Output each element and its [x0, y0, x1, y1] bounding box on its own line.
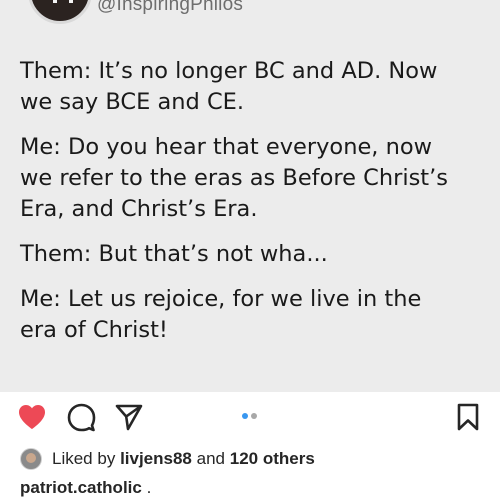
liker-avatar-face	[26, 453, 36, 463]
carousel-dot-active	[242, 413, 248, 419]
share-button[interactable]	[113, 401, 145, 433]
liker-avatar	[20, 448, 42, 470]
post-action-bar	[0, 392, 500, 440]
post-caption: patriot.catholic .	[20, 478, 151, 498]
tweet-paragraph: Me: Let us rejoice, for we live in the e…	[20, 286, 422, 343]
likes-prefix: Liked by	[52, 449, 116, 468]
tweet-author-avatar	[28, 0, 92, 24]
likes-others-count[interactable]: 120 others	[230, 449, 315, 468]
heart-filled-icon	[19, 405, 45, 429]
caption-username[interactable]: patriot.catholic	[20, 478, 142, 497]
send-icon	[115, 404, 143, 431]
instagram-post: @InspiringPhilos Them: It’s no longer BC…	[0, 0, 500, 500]
tweet-paragraph: Them: It’s no longer BC and AD. Now we s…	[20, 58, 438, 115]
avatar-logo-icon	[53, 0, 73, 3]
tweet-paragraph: Them: But that’s not wha...	[20, 241, 328, 267]
likes-joiner: and	[196, 449, 225, 468]
carousel-dot	[251, 413, 257, 419]
likes-row[interactable]: Liked by livjens88 and 120 others	[20, 446, 315, 472]
comment-button[interactable]	[65, 401, 97, 433]
tweet-author-handle: @InspiringPhilos	[97, 0, 244, 15]
save-button[interactable]	[452, 401, 484, 433]
caption-text: .	[146, 478, 152, 497]
tweet-paragraph: Me: Do you hear that everyone, now we re…	[20, 134, 449, 222]
likes-summary: Liked by livjens88 and 120 others	[52, 449, 315, 469]
tweet-text: Them: It’s no longer BC and AD. Now we s…	[20, 56, 486, 360]
like-button[interactable]	[16, 401, 48, 433]
liker-username[interactable]: livjens88	[120, 449, 192, 468]
comment-icon	[67, 403, 96, 432]
carousel-indicator	[240, 413, 260, 421]
bookmark-icon	[457, 403, 479, 431]
post-image-quoted-tweet[interactable]: @InspiringPhilos Them: It’s no longer BC…	[0, 0, 500, 392]
